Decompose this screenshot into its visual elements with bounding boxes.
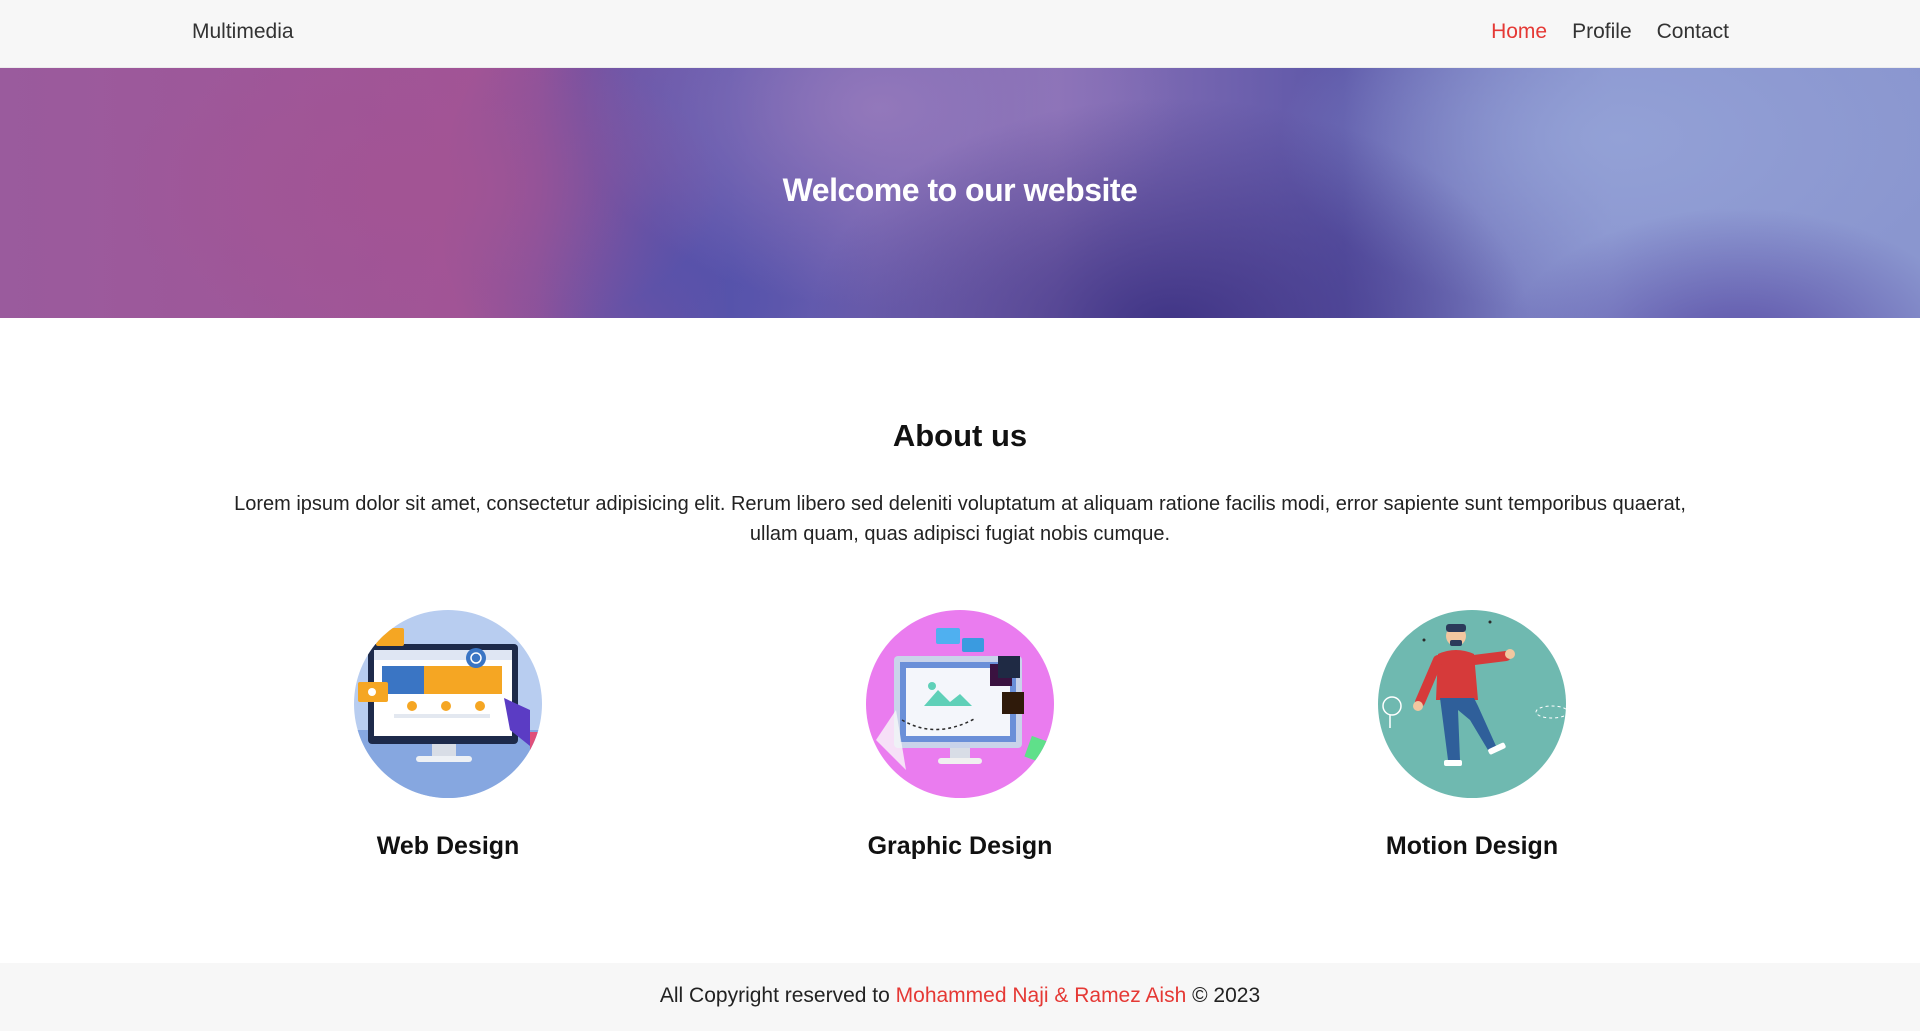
service-graphic-design: Graphic Design [810, 610, 1110, 861]
brand-link[interactable]: Multimedia [192, 20, 294, 44]
motion-design-illustration-icon [1378, 610, 1566, 798]
navbar: Multimedia Home Profile Contact [0, 0, 1920, 68]
nav-link-home[interactable]: Home [1491, 20, 1547, 44]
service-motion-design: Motion Design [1322, 610, 1622, 861]
about-text: Lorem ipsum dolor sit amet, consectetur … [234, 493, 1686, 545]
footer: All Copyright reserved to Mohammed Naji … [0, 963, 1920, 1031]
nav-links: Home Profile Contact [1491, 20, 1729, 44]
page: Multimedia Home Profile Contact Welcome … [0, 0, 1920, 1031]
hero-title: Welcome to our website [782, 172, 1138, 208]
service-web-design: Web Design [298, 610, 598, 861]
service-label: Motion Design [1385, 832, 1559, 860]
footer-prefix: All Copyright reserved to [659, 984, 896, 1007]
service-label: Graphic Design [867, 832, 1053, 860]
service-label: Web Design [376, 832, 520, 860]
hero-banner: Welcome to our website [0, 68, 1920, 318]
about-title: About us [892, 418, 1028, 453]
footer-authors-link[interactable]: Mohammed Naji & Ramez Aish [896, 984, 1187, 1007]
footer-suffix: © 2023 [1186, 984, 1261, 1007]
nav-link-profile[interactable]: Profile [1572, 20, 1632, 44]
graphic-design-illustration-icon [866, 610, 1054, 798]
web-design-illustration-icon [354, 610, 542, 798]
nav-link-contact[interactable]: Contact [1657, 20, 1729, 44]
